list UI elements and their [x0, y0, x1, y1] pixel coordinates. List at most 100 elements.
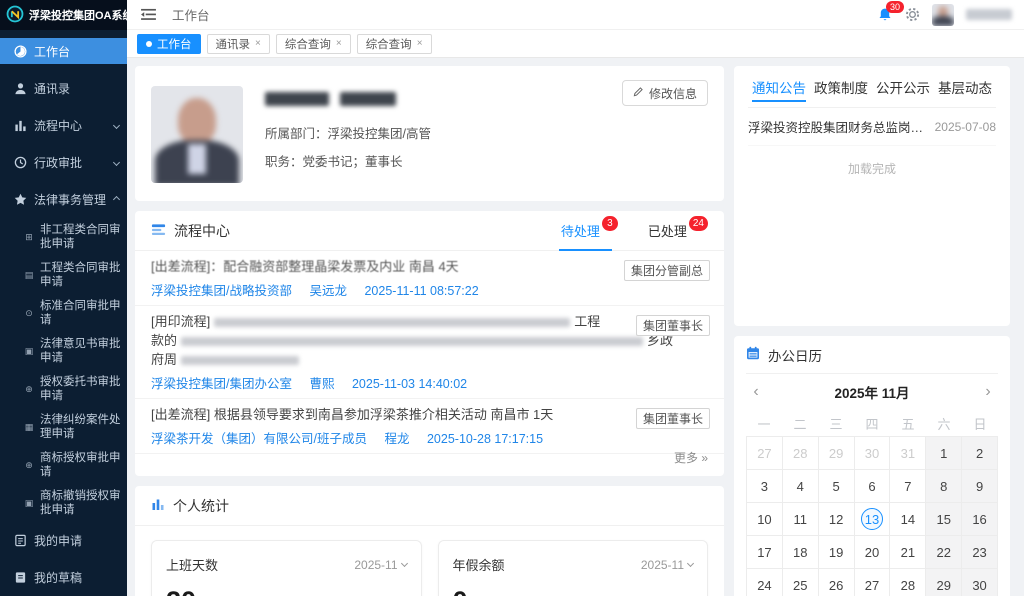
calendar-day[interactable]: 26: [819, 569, 855, 596]
person-link[interactable]: 曹熙: [309, 377, 334, 391]
sidebar-subitem-eng-contract[interactable]: ▤工程类合同审批申请: [0, 261, 127, 289]
close-icon[interactable]: ×: [336, 38, 342, 49]
calendar-day[interactable]: 7: [890, 470, 926, 503]
process-item-title: [出差流程] 根据县领导要求到南昌参加浮梁茶推介相关活动 南昌市 1天: [151, 405, 708, 424]
tab-query-2[interactable]: 综合查询 ×: [357, 34, 432, 54]
calendar-day[interactable]: 25: [783, 569, 819, 596]
period-select[interactable]: 2025-11: [641, 558, 693, 572]
stat-value: 0天: [453, 586, 694, 596]
sidebar-subitem-trademark-auth[interactable]: ⊕商标授权审批申请: [0, 451, 127, 479]
calendar-day[interactable]: 16: [962, 503, 998, 536]
calendar-day[interactable]: 27: [747, 437, 783, 470]
sidebar-subitem-trademark-revoke[interactable]: ▣商标撤销授权审批申请: [0, 489, 127, 517]
time-link[interactable]: 2025-11-11 08:57:22: [364, 284, 478, 298]
prev-month-arrow[interactable]: ‹: [746, 383, 766, 401]
content: 所属部门：浮梁投控集团/高管 职务：党委书记；董事长 修改信息 流程中心: [127, 58, 1024, 596]
calendar-day[interactable]: 28: [783, 437, 819, 470]
tab-query-1[interactable]: 综合查询 ×: [276, 34, 351, 54]
dept-link[interactable]: 浮梁投控集团/集团办公室: [151, 377, 292, 391]
calendar-day[interactable]: 24: [747, 569, 783, 596]
time-link[interactable]: 2025-11-03 14:40:02: [352, 377, 467, 391]
gear-icon[interactable]: [905, 7, 920, 22]
calendar-day[interactable]: 11: [783, 503, 819, 536]
calendar-day[interactable]: 30: [962, 569, 998, 596]
period-select[interactable]: 2025-11: [354, 558, 406, 572]
calendar-day[interactable]: 15: [926, 503, 962, 536]
person-link[interactable]: 程龙: [384, 432, 409, 446]
tab-grassroots[interactable]: 基层动态: [938, 66, 992, 108]
user-avatar[interactable]: [932, 4, 954, 26]
tab-policy[interactable]: 政策制度: [814, 66, 868, 108]
doc-icon: ▤: [24, 268, 34, 282]
calendar-day[interactable]: 29: [926, 569, 962, 596]
tab-contacts[interactable]: 通讯录 ×: [207, 34, 270, 54]
notice-item[interactable]: 浮梁投资控股集团财务总监岗位竞聘公告 2025-07-08: [748, 108, 996, 146]
calendar-day[interactable]: 17: [747, 536, 783, 569]
sidebar-item-workbench[interactable]: 工作台: [0, 38, 127, 64]
calendar-day[interactable]: 8: [926, 470, 962, 503]
calendar-day[interactable]: 20: [855, 536, 891, 569]
calendar-nav: ‹ 2025年 11月 ›: [746, 374, 998, 410]
calendar-day[interactable]: 13: [855, 503, 891, 536]
calendar-day[interactable]: 4: [783, 470, 819, 503]
sidebar-subitem-standard-contract[interactable]: ⊙标准合同审批申请: [0, 299, 127, 327]
list-icon: [151, 222, 166, 240]
sidebar-item-label: 通讯录: [34, 80, 70, 97]
calendar-day[interactable]: 19: [819, 536, 855, 569]
sidebar-item-legal-affairs[interactable]: 法律事务管理: [0, 186, 127, 212]
calendar-day[interactable]: 6: [855, 470, 891, 503]
calendar-day[interactable]: 3: [747, 470, 783, 503]
dept-link[interactable]: 浮梁投控集团/战略投资部: [151, 284, 292, 298]
tab-workbench[interactable]: 工作台: [137, 34, 201, 54]
process-item[interactable]: [出差流程] 根据县领导要求到南昌参加浮梁茶推介相关活动 南昌市 1天 集团董事…: [135, 399, 724, 454]
user-name-redacted[interactable]: [966, 9, 1012, 20]
menu-collapse-icon[interactable]: [141, 8, 156, 21]
tab-done[interactable]: 已处理 24: [648, 211, 708, 250]
calendar-day[interactable]: 28: [890, 569, 926, 596]
sidebar-item-contacts[interactable]: 通讯录: [0, 75, 127, 101]
close-icon[interactable]: ×: [417, 38, 423, 49]
profile-role: 职务：党委书记；董事长: [265, 151, 431, 170]
calendar-day[interactable]: 5: [819, 470, 855, 503]
chevron-up-icon: [113, 195, 120, 202]
sidebar-item-my-applications[interactable]: 我的申请: [0, 527, 127, 553]
next-month-arrow[interactable]: ›: [978, 383, 998, 401]
calendar-day[interactable]: 18: [783, 536, 819, 569]
calendar-day[interactable]: 21: [890, 536, 926, 569]
process-item[interactable]: [出差流程]：配合融资部整理晶梁发票及内业 南昌 4天 集团分管副总 浮梁投控集…: [135, 251, 724, 306]
calendar-day[interactable]: 29: [819, 437, 855, 470]
person-link[interactable]: 吴远龙: [309, 284, 347, 298]
calendar-day[interactable]: 1: [926, 437, 962, 470]
notification-bell-icon[interactable]: 30: [877, 7, 893, 23]
calendar-day[interactable]: 27: [855, 569, 891, 596]
calendar-day[interactable]: 22: [926, 536, 962, 569]
pending-count-badge: 3: [602, 216, 618, 231]
calendar-day[interactable]: 14: [890, 503, 926, 536]
calendar-day[interactable]: 30: [855, 437, 891, 470]
calendar-day[interactable]: 12: [819, 503, 855, 536]
sidebar-subitem-non-eng-contract[interactable]: ⊞非工程类合同审批申请: [0, 223, 127, 251]
dept-link[interactable]: 浮梁茶开发（集团）有限公司/班子成员: [151, 432, 367, 446]
close-icon[interactable]: ×: [255, 38, 261, 49]
time-link[interactable]: 2025-10-28 17:17:15: [427, 432, 543, 446]
sidebar-item-admin-approval[interactable]: 行政审批: [0, 149, 127, 175]
edit-info-button[interactable]: 修改信息: [622, 80, 708, 106]
sidebar-subitem-authorization[interactable]: ⊕授权委托书审批申请: [0, 375, 127, 403]
calendar-day[interactable]: 23: [962, 536, 998, 569]
topbar-actions: 30: [877, 4, 1012, 26]
sidebar-subitem-dispute-case[interactable]: ▦法律纠纷案件处理申请: [0, 413, 127, 441]
sidebar-item-my-drafts[interactable]: 我的草稿: [0, 564, 127, 590]
sidebar-subitem-legal-opinion[interactable]: ▣法律意见书审批申请: [0, 337, 127, 365]
calendar-day[interactable]: 2: [962, 437, 998, 470]
calendar-day[interactable]: 9: [962, 470, 998, 503]
sidebar-item-process-center[interactable]: 流程中心: [0, 112, 127, 138]
dashboard-icon: [13, 45, 27, 58]
tab-pending[interactable]: 待处理 3: [561, 211, 618, 250]
tab-public[interactable]: 公开公示: [876, 66, 930, 108]
calendar-day[interactable]: 31: [890, 437, 926, 470]
calendar-day[interactable]: 10: [747, 503, 783, 536]
more-link[interactable]: 更多 »: [674, 449, 708, 466]
document-icon: [13, 534, 27, 547]
tab-notice[interactable]: 通知公告: [752, 66, 806, 108]
process-item[interactable]: [用印流程]工程 款的乡政 府周 集团董事长 浮梁投控集团/集团办公室 曹熙 2…: [135, 306, 724, 399]
